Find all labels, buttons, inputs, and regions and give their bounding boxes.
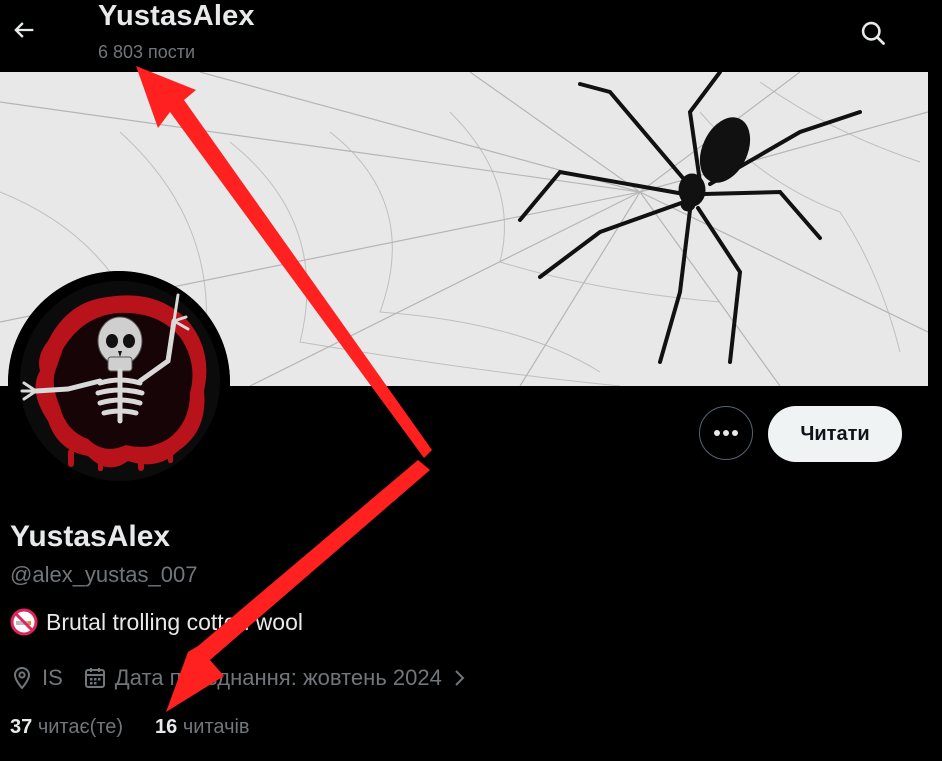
back-button[interactable] — [4, 10, 44, 50]
profile-avatar[interactable] — [8, 271, 230, 493]
follow-button[interactable]: Читати — [768, 406, 902, 462]
profile-name: YustasAlex — [10, 520, 171, 553]
join-date-text: Дата приєднання: жовтень 2024 — [114, 665, 442, 690]
avatar-skeleton-image — [8, 271, 230, 493]
profile-page: YustasAlex 6 803 пости Читати YustasAlex… — [0, 0, 942, 761]
join-date[interactable]: Дата приєднання: жовтень 2024 — [83, 665, 470, 691]
profile-bio: Brutal trolling cotton wool — [10, 608, 303, 636]
location-text: IS — [42, 665, 63, 690]
location-pin-icon — [13, 666, 31, 690]
search-button[interactable] — [852, 12, 894, 54]
calendar-icon — [84, 668, 105, 688]
search-icon — [861, 21, 885, 45]
following-link[interactable]: 37 читає(те) — [10, 716, 123, 739]
arrow-left-icon — [14, 22, 34, 38]
following-count: 37 — [10, 716, 33, 738]
followers-link[interactable]: 16 читачів — [155, 716, 250, 739]
chevron-right-icon — [455, 670, 465, 686]
followers-count: 16 — [155, 716, 178, 738]
header-posts-count: 6 803 пости — [98, 42, 196, 62]
more-dots-icon — [714, 430, 738, 436]
header-title: YustasAlex — [98, 0, 255, 32]
following-label: читає(те) — [37, 716, 124, 738]
top-bar: YustasAlex 6 803 пости — [0, 0, 942, 72]
followers-label: читачів — [182, 716, 250, 738]
more-options-button[interactable] — [699, 406, 753, 460]
location: IS — [10, 665, 63, 691]
profile-meta: IS Дата приєднання: жовтень 2024 — [10, 662, 490, 694]
bio-text: Brutal trolling cotton wool — [46, 608, 303, 635]
profile-handle: @alex_yustas_007 — [10, 562, 198, 587]
follow-stats: 37 читає(те) 16 читачів — [10, 716, 282, 739]
no-smoking-emoji — [10, 608, 38, 636]
